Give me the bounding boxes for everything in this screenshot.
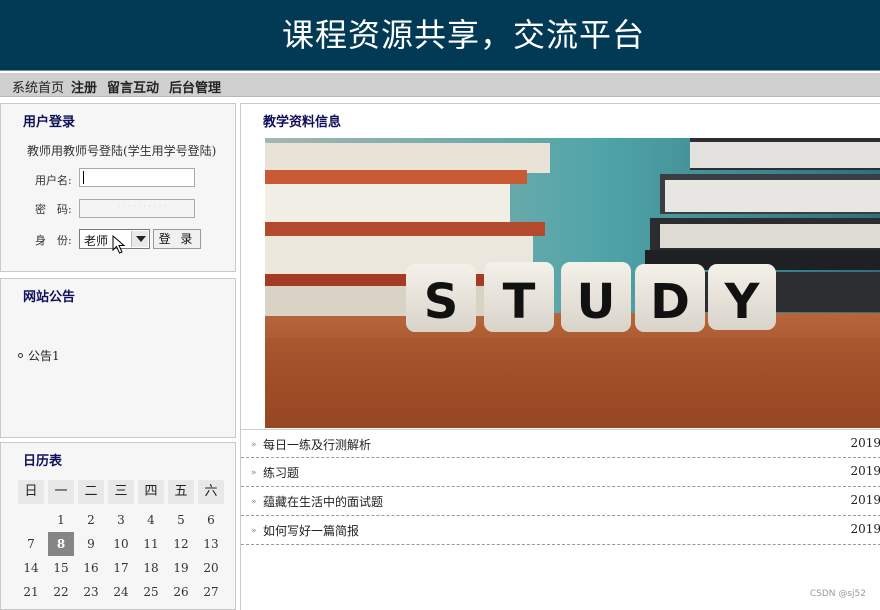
calendar-day[interactable]: 2 <box>78 508 104 532</box>
role-select-value: 老师 <box>84 234 109 248</box>
main-content: 教学资料信息 S T U D Y » 每日一练及行测解析 2019 » 练习题 … <box>240 103 880 610</box>
info-item-title[interactable]: 每日一练及行测解析 <box>263 436 371 453</box>
password-input[interactable]: · · · · · · · · · · · <box>79 199 195 218</box>
weekday-label: 三 <box>108 480 134 504</box>
calendar-days: 1 2 3 4 5 6 7 8 9 10 11 12 13 14 15 16 17 18 19 20 21 22 23 24 2… <box>18 508 228 604</box>
text-caret <box>83 171 84 184</box>
info-item-date: 2019 <box>850 522 880 536</box>
svg-text:Y: Y <box>724 274 761 330</box>
calendar-day[interactable]: 26 <box>168 580 194 604</box>
calendar-day[interactable]: 6 <box>198 508 224 532</box>
calendar-day[interactable]: 16 <box>78 556 104 580</box>
login-button[interactable]: 登 录 <box>153 229 201 249</box>
calendar-panel-title: 日历表 <box>23 454 63 469</box>
calendar-day[interactable]: 14 <box>18 556 44 580</box>
calendar-day[interactable]: 3 <box>108 508 134 532</box>
username-label: 用户名: <box>35 174 72 187</box>
nav-register-link[interactable]: 注册 <box>71 77 97 96</box>
login-panel-title: 用户登录 <box>23 115 76 130</box>
calendar-grid: 日 一 二 三 四 五 六 1 2 3 4 5 6 7 8 9 10 11 12 13 14 15 16 17 1… <box>18 480 228 604</box>
info-list: » 每日一练及行测解析 2019 » 练习题 2019 » 蕴藏在生活中的面试题 2019 » 如何… <box>241 429 880 545</box>
svg-text:T: T <box>503 274 536 330</box>
info-item-date: 2019 <box>850 436 880 450</box>
calendar-day[interactable]: 17 <box>108 556 134 580</box>
svg-text:U: U <box>577 274 616 330</box>
double-arrow-icon: » <box>251 526 257 536</box>
nav-admin-link[interactable]: 后台管理 <box>169 77 221 96</box>
double-arrow-icon: » <box>251 497 257 507</box>
site-title: 课程资源共享，交流平台 <box>282 16 646 54</box>
notice-panel-title: 网站公告 <box>23 290 76 305</box>
info-item-date: 2019 <box>850 493 880 507</box>
bullet-icon <box>18 353 23 358</box>
info-item-title[interactable]: 蕴藏在生活中的面试题 <box>263 493 383 510</box>
calendar-panel: 日历表 日 一 二 三 四 五 六 1 2 3 4 5 6 7 8 9 10 11 12 13 14 15 1… <box>0 442 236 610</box>
password-label: 密 码: <box>35 203 72 216</box>
calendar-day[interactable]: 18 <box>138 556 164 580</box>
calendar-week-row: 7 8 9 10 11 12 13 <box>18 532 228 556</box>
calendar-weekday-header: 日 一 二 三 四 五 六 <box>18 480 228 504</box>
calendar-day[interactable]: 23 <box>78 580 104 604</box>
calendar-day[interactable]: 25 <box>138 580 164 604</box>
calendar-day[interactable]: 19 <box>168 556 194 580</box>
weekday-label: 二 <box>78 480 104 504</box>
mouse-pointer-icon <box>112 235 126 254</box>
double-arrow-icon: » <box>251 468 257 478</box>
calendar-day[interactable]: 1 <box>48 508 74 532</box>
calendar-day[interactable]: 11 <box>138 532 164 556</box>
calendar-day[interactable]: 27 <box>198 580 224 604</box>
calendar-day[interactable]: 4 <box>138 508 164 532</box>
calendar-day-today[interactable]: 8 <box>48 532 74 556</box>
role-label: 身 份: <box>35 234 72 247</box>
info-list-item[interactable]: » 练习题 2019 <box>241 458 880 487</box>
double-arrow-icon: » <box>251 440 257 450</box>
username-input[interactable] <box>79 168 195 187</box>
login-panel: 用户登录 教师用教师号登陆(学生用学号登陆) 用户名: 密 码: · · · ·… <box>0 103 236 272</box>
calendar-week-row: 123456 <box>18 508 228 532</box>
password-ghost-text: · · · · · · · · · · · <box>118 202 172 211</box>
notice-item-label: 公告1 <box>28 349 60 363</box>
info-list-item[interactable]: » 蕴藏在生活中的面试题 2019 <box>241 487 880 516</box>
top-nav: 系统首页 注册 留言互动 后台管理 <box>0 73 880 97</box>
calendar-day[interactable]: 9 <box>78 532 104 556</box>
info-item-title[interactable]: 练习题 <box>263 464 299 481</box>
banner-illustration: S T U D Y <box>265 138 880 428</box>
weekday-label: 四 <box>138 480 164 504</box>
calendar-day[interactable]: 10 <box>108 532 134 556</box>
calendar-day[interactable]: 7 <box>18 532 44 556</box>
nav-message-link[interactable]: 留言互动 <box>107 77 159 96</box>
weekday-label: 一 <box>48 480 74 504</box>
notice-item[interactable]: 公告1 <box>18 347 60 364</box>
calendar-day[interactable]: 5 <box>168 508 194 532</box>
calendar-day[interactable]: 21 <box>18 580 44 604</box>
info-list-item[interactable]: » 如何写好一篇简报 2019 <box>241 516 880 545</box>
calendar-week-row: 21 22 23 24 25 26 27 <box>18 580 228 604</box>
main-section-title: 教学资料信息 <box>263 115 342 130</box>
calendar-day[interactable]: 20 <box>198 556 224 580</box>
calendar-week-row: 14 15 16 17 18 19 20 <box>18 556 228 580</box>
nav-home-link[interactable]: 系统首页 <box>12 77 64 96</box>
calendar-day[interactable]: 13 <box>198 532 224 556</box>
notice-panel: 网站公告 公告1 <box>0 278 236 438</box>
calendar-day <box>18 508 44 532</box>
weekday-label: 五 <box>168 480 194 504</box>
weekday-label: 日 <box>18 480 44 504</box>
login-hint: 教师用教师号登陆(学生用学号登陆) <box>27 144 217 158</box>
site-header: 课程资源共享，交流平台 <box>0 0 880 71</box>
study-banner-image: S T U D Y <box>265 138 880 428</box>
svg-text:S: S <box>424 274 459 330</box>
info-list-item[interactable]: » 每日一练及行测解析 2019 <box>241 429 880 458</box>
chevron-down-icon[interactable] <box>131 231 148 247</box>
calendar-day[interactable]: 12 <box>168 532 194 556</box>
weekday-label: 六 <box>198 480 224 504</box>
calendar-day[interactable]: 24 <box>108 580 134 604</box>
info-item-title[interactable]: 如何写好一篇简报 <box>263 522 359 539</box>
info-item-date: 2019 <box>850 464 880 478</box>
watermark: CSDN @sj52 <box>809 589 866 599</box>
calendar-day[interactable]: 22 <box>48 580 74 604</box>
svg-text:D: D <box>650 274 690 330</box>
calendar-day[interactable]: 15 <box>48 556 74 580</box>
